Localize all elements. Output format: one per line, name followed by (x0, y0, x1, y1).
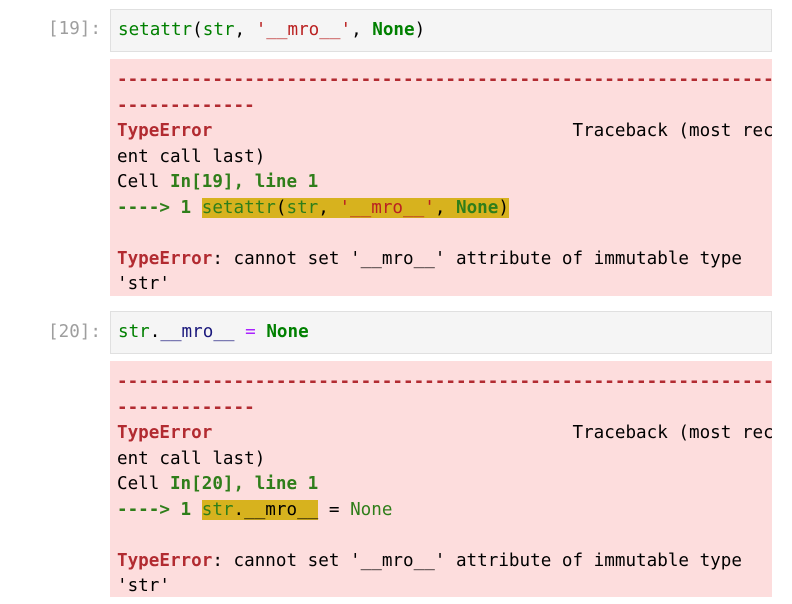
separator-line: ------------- (117, 95, 255, 116)
traceback-header: TypeError Traceback (most rec (117, 421, 772, 447)
code-token: None (372, 20, 415, 40)
error-output-19: ----------------------------------------… (110, 59, 772, 296)
code-token: ( (275, 197, 287, 218)
code-token: None (456, 197, 499, 218)
cell-link[interactable]: In[20], line 1 (170, 474, 318, 494)
traceback-label-wrap: ent call last) (117, 448, 266, 469)
code-token: ( (192, 20, 203, 40)
code-token: . (149, 322, 161, 342)
error-message: TypeError: cannot set '__mro__' attribut… (117, 247, 772, 273)
cell-link[interactable]: In[19], line 1 (170, 172, 318, 192)
code-token: = (234, 322, 267, 342)
code-token: = (318, 499, 351, 520)
input-prompt-20: [20]: (48, 322, 101, 342)
error-output-20: ----------------------------------------… (110, 361, 772, 597)
traceback-label: Traceback (most rec (572, 121, 772, 141)
error-type: TypeError (117, 248, 213, 269)
code-input-cell-20[interactable]: str.__mro__ = None (110, 311, 772, 354)
code-token: , (351, 20, 373, 40)
code-token: setattr (201, 197, 276, 218)
error-text: : cannot set '__mro__' attribute of immu… (212, 550, 742, 571)
traceback-label: Traceback (most rec (572, 423, 772, 443)
code-token: str (118, 322, 150, 342)
code-token: , (434, 197, 456, 218)
error-message: TypeError: cannot set '__mro__' attribut… (117, 549, 772, 575)
code-token: , (234, 20, 256, 40)
separator-line: ----------------------------------------… (117, 70, 772, 90)
error-type: TypeError (117, 121, 213, 141)
code-token: __mro__ (244, 499, 319, 520)
code-token: str (286, 197, 319, 218)
arrow: ----> 1 (117, 197, 202, 218)
error-text: : cannot set '__mro__' attribute of immu… (212, 248, 742, 269)
arrow: ----> 1 (117, 499, 202, 520)
cell-prefix: Cell (117, 172, 170, 192)
traceback-header: TypeError Traceback (most rec (117, 119, 772, 145)
error-text-wrap: 'str' (117, 274, 170, 294)
cell-prefix: Cell (117, 474, 170, 494)
highlighted-code: setattr(str, '__mro__', None) (201, 197, 509, 218)
code-token: str (202, 20, 235, 40)
code-token: ) (498, 197, 509, 218)
cell-reference: Cell In[20], line 1 (117, 472, 772, 498)
code-input-cell-19[interactable]: setattr(str, '__mro__', None) (110, 9, 772, 52)
error-line: ----> 1 str.__mro__ = None (117, 498, 772, 524)
code-token: str (201, 499, 234, 520)
separator-line: ------------- (117, 397, 255, 418)
error-type: TypeError (117, 550, 213, 571)
code-token: None (350, 499, 393, 520)
traceback-label-wrap: ent call last) (117, 146, 266, 167)
padding (212, 423, 572, 443)
error-line: ----> 1 setattr(str, '__mro__', None) (117, 196, 772, 222)
separator-line: ----------------------------------------… (117, 372, 772, 392)
input-prompt-19: [19]: (48, 19, 101, 39)
code-token: . (233, 499, 245, 520)
cell-reference: Cell In[19], line 1 (117, 170, 772, 196)
code-token: ) (414, 20, 426, 40)
code-token: __mro__ (160, 322, 235, 342)
code-token: , (318, 197, 340, 218)
code-token: '__mro__' (255, 20, 352, 40)
highlighted-code: str.__mro__ (201, 499, 319, 520)
error-text-wrap: 'str' (117, 576, 170, 596)
code-token: setattr (118, 20, 193, 40)
error-type: TypeError (117, 423, 213, 443)
code-token: '__mro__' (339, 197, 435, 218)
padding (212, 121, 572, 141)
code-token: None (266, 322, 309, 342)
